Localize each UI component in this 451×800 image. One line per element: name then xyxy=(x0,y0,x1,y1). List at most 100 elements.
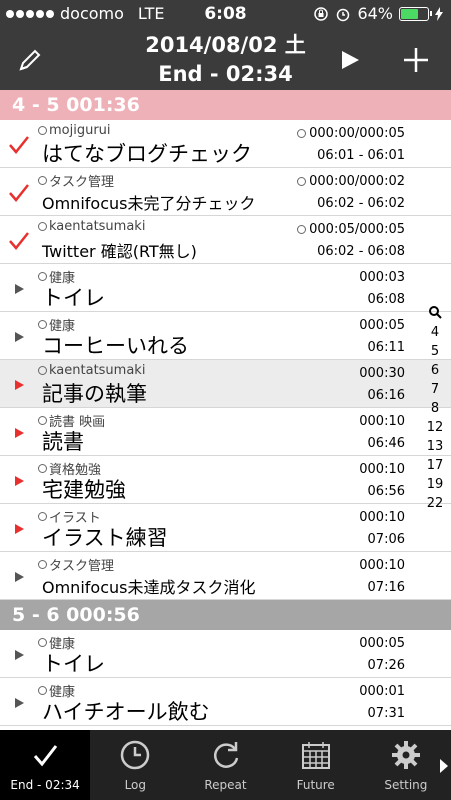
task-mark[interactable] xyxy=(8,326,30,348)
task-name: ハイチオール飲む xyxy=(42,700,210,724)
task-row[interactable]: kaentatsumaki 記事の執筆 000:30 06:16 xyxy=(0,360,451,408)
play-marker-icon xyxy=(15,698,24,708)
app-screen: docomo LTE 6:08 64% 2014/08/02 土 End - 0… xyxy=(0,0,451,800)
task-row[interactable]: mojigurui はてなブログチェック 000:00/000:05 06:01 - … xyxy=(0,120,451,168)
task-duration: 000:10 xyxy=(359,558,405,573)
task-mark[interactable] xyxy=(8,230,30,252)
task-name: 宅建勉強 xyxy=(42,478,126,502)
index-item[interactable]: 22 xyxy=(427,494,444,513)
project-circle-icon xyxy=(38,320,47,329)
index-item[interactable]: 19 xyxy=(427,475,444,494)
task-duration: 000:05/000:05 xyxy=(297,222,405,237)
task-name: 記事の執筆 xyxy=(42,382,147,406)
task-name: コーヒーいれる xyxy=(42,334,189,358)
task-row[interactable]: 資格勉強 宅建勉強 000:10 06:56 xyxy=(0,456,451,504)
task-mark[interactable] xyxy=(8,278,30,300)
index-item[interactable]: 6 xyxy=(431,361,439,380)
task-duration: 000:00/000:02 xyxy=(297,174,405,189)
task-time-range: 07:26 xyxy=(367,658,405,673)
tab-future[interactable]: Future xyxy=(271,730,361,800)
gear-icon xyxy=(391,741,420,769)
play-marker-icon xyxy=(15,524,24,534)
task-duration-label: 000:05 xyxy=(359,318,405,333)
task-mark[interactable] xyxy=(8,518,30,540)
tab-log[interactable]: Log xyxy=(90,730,180,800)
index-item[interactable]: 13 xyxy=(427,437,444,456)
tab-label: Log xyxy=(124,778,147,792)
task-duration-label: 000:10 xyxy=(359,414,405,429)
task-mark[interactable] xyxy=(8,644,30,666)
index-item[interactable]: 5 xyxy=(431,342,439,361)
section-header: 5 - 6 000:56 xyxy=(0,600,451,630)
index-item[interactable]: 12 xyxy=(427,418,444,437)
task-mark[interactable] xyxy=(8,374,30,396)
task-row[interactable]: イラスト イラスト練習 000:10 07:06 xyxy=(0,504,451,552)
task-duration-label: 000:00/000:05 xyxy=(309,126,405,141)
task-project-label: タスク管理 xyxy=(49,175,115,190)
task-mark[interactable] xyxy=(8,566,30,588)
task-mark[interactable] xyxy=(8,134,30,156)
index-item[interactable]: 4 xyxy=(431,323,439,342)
index-item[interactable]: 7 xyxy=(431,380,439,399)
duration-circle-icon xyxy=(297,129,307,138)
task-mark[interactable] xyxy=(8,182,30,204)
section-header: 4 - 5 001:36 xyxy=(0,90,451,120)
task-duration: 000:01 xyxy=(359,684,405,699)
check-icon xyxy=(33,745,58,767)
task-project: タスク管理 xyxy=(38,555,114,574)
charging-icon xyxy=(435,6,443,21)
task-name: トイレ xyxy=(42,286,105,310)
project-circle-icon xyxy=(38,512,47,521)
task-duration: 000:05 xyxy=(359,636,405,651)
task-name: 読書 xyxy=(42,430,84,454)
task-name: Omnifocus未達成タスク消化 xyxy=(42,578,256,597)
task-project: タスク管理 xyxy=(38,171,114,190)
status-bar: docomo LTE 6:08 64% xyxy=(0,0,451,30)
task-row[interactable]: 健康 コーヒーいれる 000:05 06:11 xyxy=(0,312,451,360)
task-row[interactable]: 健康 トイレ 000:05 07:26 xyxy=(0,630,451,678)
play-button[interactable] xyxy=(332,42,368,78)
check-icon xyxy=(9,232,29,250)
tab-setting[interactable]: Setting xyxy=(361,730,451,800)
task-duration: 000:05 xyxy=(359,318,405,333)
project-circle-icon xyxy=(38,464,47,473)
task-row[interactable]: タスク管理 Omnifocus未完了分チェック 000:00/000:02 06:02… xyxy=(0,168,451,216)
index-item[interactable]: 8 xyxy=(431,399,439,418)
task-row[interactable]: 読書 映画 読書 000:10 06:46 xyxy=(0,408,451,456)
task-duration: 000:10 xyxy=(359,414,405,429)
tab-label: Future xyxy=(296,778,335,792)
task-row[interactable]: 健康 ハイチオール飲む 000:01 07:31 xyxy=(0,678,451,726)
task-mark[interactable] xyxy=(8,692,30,714)
rotation-lock-icon xyxy=(314,6,329,21)
play-marker-icon xyxy=(15,428,24,438)
add-button[interactable] xyxy=(398,42,434,78)
task-duration-label: 000:10 xyxy=(359,558,405,573)
task-project: mojigurui xyxy=(38,123,111,138)
task-time-range: 06:08 xyxy=(367,292,405,307)
project-circle-icon xyxy=(38,638,47,647)
task-project: kaentatsumaki xyxy=(38,363,145,378)
task-row[interactable]: kaentatsumaki Twitter 確認(RT無し) 000:05/000:… xyxy=(0,216,451,264)
task-duration: 000:03 xyxy=(359,270,405,285)
calendar-icon xyxy=(301,742,330,769)
task-name: トイレ xyxy=(42,652,105,676)
index-item[interactable]: 17 xyxy=(427,456,444,475)
battery-percent: 64% xyxy=(357,4,393,23)
section-title: 4 - 5 001:36 xyxy=(12,94,140,116)
alarm-icon xyxy=(337,8,350,21)
task-mark[interactable] xyxy=(8,422,30,444)
task-row[interactable]: タスク管理 Omnifocus未達成タスク消化 000:10 07:16 xyxy=(0,552,451,600)
more-arrow-icon[interactable] xyxy=(439,758,449,774)
section-index[interactable]: 4 5 6 7 8 12 13 17 19 22 xyxy=(423,305,447,513)
task-time-range: 06:11 xyxy=(367,340,405,355)
task-list[interactable]: 4 - 5 001:36 mojigurui はてなブログチェック 000:00/00… xyxy=(0,90,451,730)
task-time-range: 06:56 xyxy=(367,484,405,499)
tab-end[interactable]: End - 02:34 xyxy=(0,730,91,800)
task-project-label: kaentatsumaki xyxy=(49,363,146,378)
task-row[interactable]: 健康 トイレ 000:03 06:08 xyxy=(0,264,451,312)
tab-label: Repeat xyxy=(204,778,247,792)
search-icon[interactable] xyxy=(428,305,442,319)
task-mark[interactable] xyxy=(8,470,30,492)
duration-circle-icon xyxy=(297,177,307,186)
tab-repeat[interactable]: Repeat xyxy=(180,730,270,800)
